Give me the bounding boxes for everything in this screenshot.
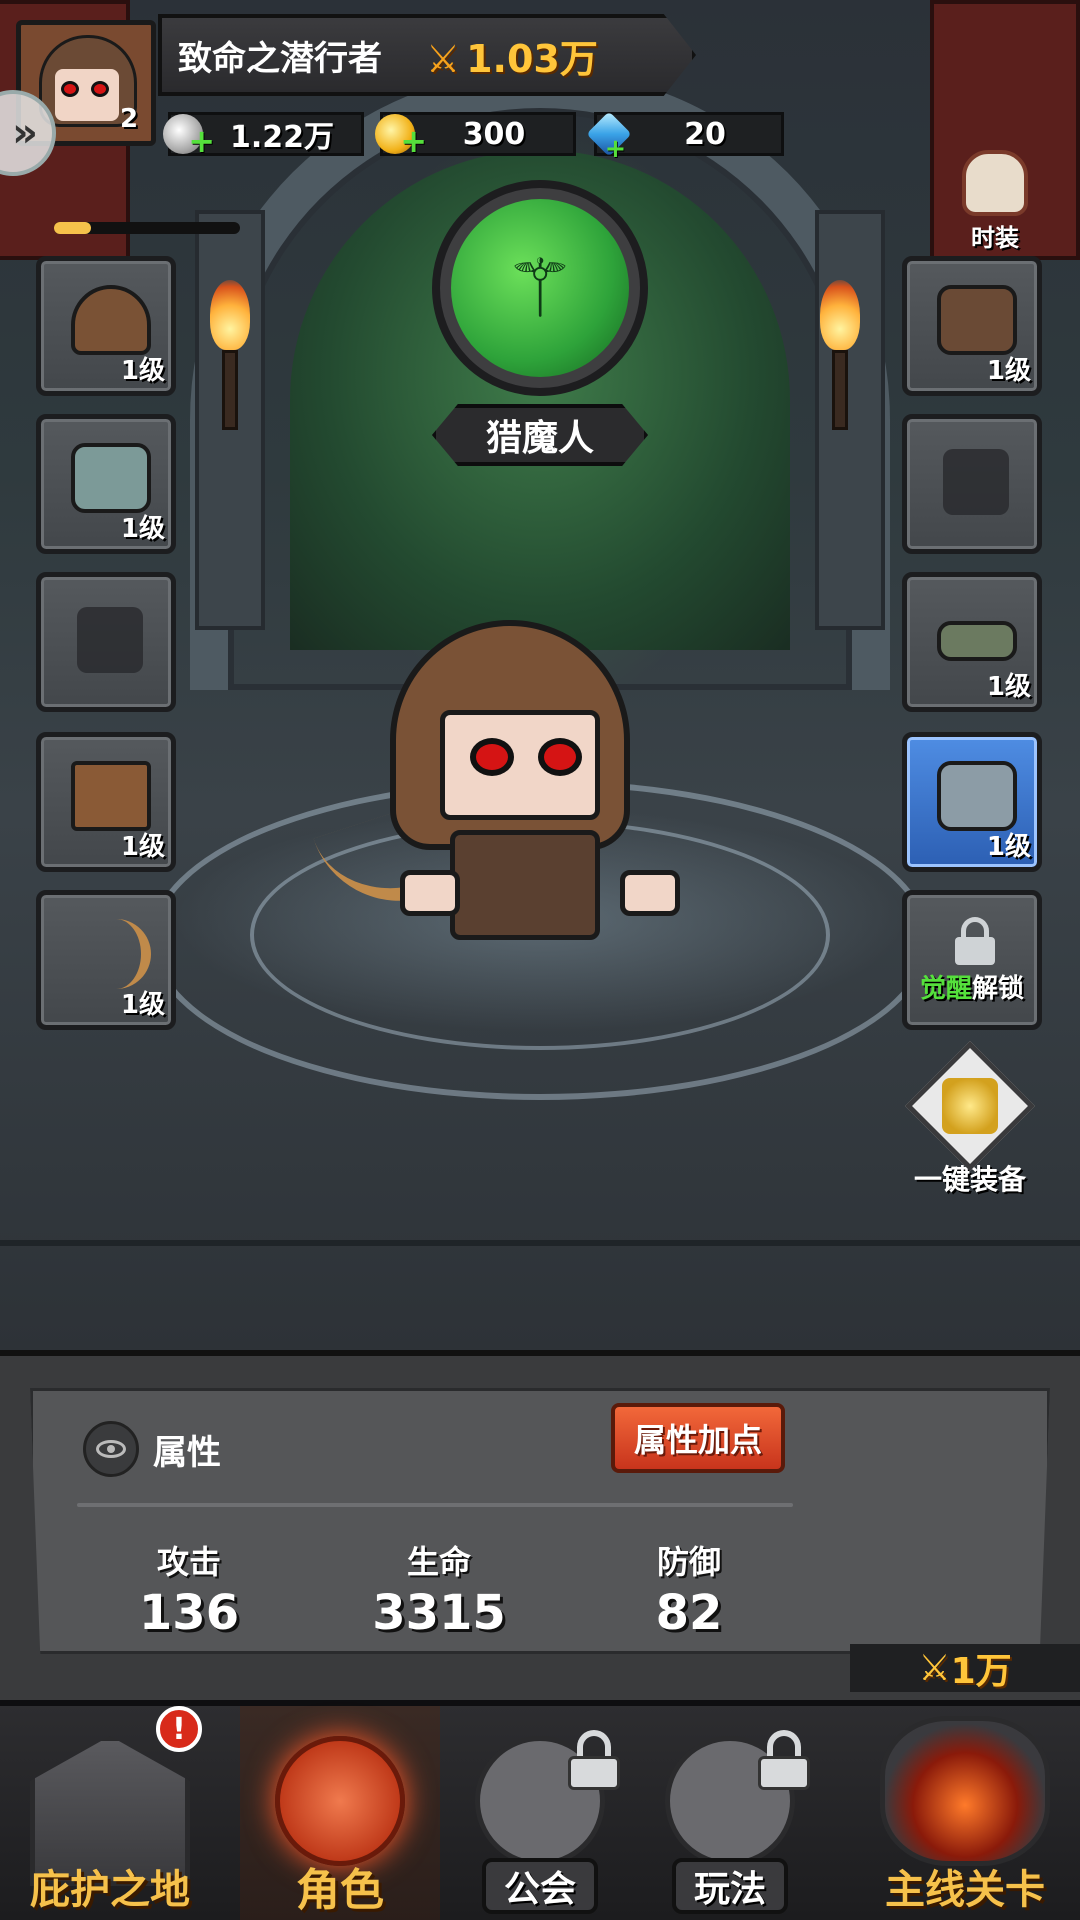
player-power: ⚔ 1.03万: [426, 28, 598, 83]
xp-progress-bar: [54, 222, 240, 234]
bow-icon: [71, 919, 151, 989]
stat-health: 生命 3315: [369, 1537, 509, 1641]
green-plus-icon: +: [400, 122, 427, 160]
stat-label: 防御: [656, 1543, 721, 1581]
item-level: 1级: [120, 514, 165, 544]
gem-amount: 20: [684, 116, 726, 152]
costume-label: 时装: [971, 224, 1019, 252]
silver-coin-icon: +: [163, 114, 215, 160]
equip-slot-empty[interactable]: [902, 414, 1042, 554]
currency-gold[interactable]: + 300: [375, 112, 576, 160]
nav-character-label: 角色: [296, 1865, 384, 1916]
divider: [77, 1503, 793, 1507]
currency-gems[interactable]: + 20: [586, 111, 784, 164]
stat-attack: 攻击 136: [119, 1537, 259, 1641]
stat-label: 生命: [406, 1543, 471, 1581]
currency-silver[interactable]: + 1.22万: [163, 112, 364, 160]
mask-icon: [71, 443, 151, 513]
equip-slot-gloves[interactable]: 1级: [902, 732, 1042, 872]
equip-slot-helmet[interactable]: 1级: [36, 256, 176, 396]
nav-gameplay-label: 玩法: [671, 1858, 789, 1914]
eye-icon[interactable]: [83, 1421, 139, 1477]
item-level: 1级: [120, 356, 165, 386]
crossed-swords-icon: ⚔: [918, 1647, 951, 1689]
nav-character[interactable]: 角色: [240, 1706, 440, 1920]
stat-label: 攻击: [156, 1543, 221, 1581]
nav-gameplay[interactable]: 玩法: [640, 1706, 820, 1920]
torch-left-icon: [210, 280, 250, 430]
player-level: 2: [120, 104, 139, 134]
torch-right-icon: [820, 280, 860, 430]
nav-main-stage-label: 主线关卡: [885, 1867, 1045, 1913]
add-attribute-points-button[interactable]: 属性加点: [611, 1403, 785, 1473]
stat-value: 82: [655, 1585, 723, 1641]
item-level: 1级: [120, 990, 165, 1020]
stage-power-value: 1万: [950, 1651, 1012, 1692]
equip-slot-pants[interactable]: 1级: [36, 732, 176, 872]
attribute-panel: 属性 属性加点 攻击 136 生命 3315 防御 82: [30, 1388, 1050, 1654]
attribute-header: 属性: [83, 1421, 221, 1477]
gloves-icon: [937, 761, 1017, 831]
shield-emblem-icon: [275, 1736, 405, 1866]
gold-coin-icon: +: [375, 114, 427, 160]
hood-helmet-icon: [71, 285, 151, 355]
xp-progress-fill: [54, 222, 92, 234]
lock-icon: [568, 1730, 620, 1790]
silver-amount: 1.22万: [229, 120, 335, 155]
stat-value: 136: [138, 1585, 240, 1641]
armor-icon: [937, 285, 1017, 355]
crossed-swords-icon: ⚔: [426, 36, 461, 81]
green-plus-icon: +: [604, 133, 627, 164]
equip-slot-weapon[interactable]: 1级: [36, 890, 176, 1030]
green-plus-icon: +: [188, 122, 215, 160]
stat-value: 3315: [372, 1585, 506, 1641]
equip-slot-mask[interactable]: 1级: [36, 414, 176, 554]
item-level: 1级: [986, 672, 1031, 702]
awaken-unlock-label: 觉醒解锁: [919, 974, 1025, 1004]
empty-slot-silhouette-icon: [943, 449, 1009, 515]
lock-icon: [955, 917, 995, 965]
nav-guild-label: 公会: [481, 1858, 599, 1914]
equip-slot-empty[interactable]: [36, 572, 176, 712]
hero-character[interactable]: [313, 620, 720, 960]
armor-badge-icon: [904, 1040, 1036, 1172]
class-emblem[interactable]: ⚚: [432, 180, 648, 396]
player-power-value: 1.03万: [466, 36, 598, 81]
lock-icon: [758, 1730, 810, 1790]
nav-main-stage[interactable]: 主线关卡: [850, 1706, 1080, 1920]
item-level: 1级: [120, 832, 165, 862]
item-level: 1级: [986, 356, 1031, 386]
one-key-equip-button[interactable]: 一键装备: [900, 1040, 1040, 1198]
item-level: 1级: [986, 832, 1031, 862]
equip-slot-armor[interactable]: 1级: [902, 256, 1042, 396]
player-name-plate: 致命之潜行者 ⚔ 1.03万: [158, 14, 696, 96]
gold-amount: 300: [462, 116, 526, 152]
equip-slot-belt[interactable]: 1级: [902, 572, 1042, 712]
costume-button[interactable]: 时装: [950, 150, 1040, 253]
costume-icon: [962, 150, 1028, 216]
belt-icon: [937, 621, 1017, 661]
double-chevron-right-icon: »: [12, 110, 38, 156]
pants-icon: [71, 761, 151, 831]
nav-sanctuary[interactable]: ! 庇护之地: [0, 1706, 220, 1920]
player-name: 致命之潜行者: [178, 38, 382, 79]
blue-gem-icon: +: [586, 111, 632, 164]
empty-slot-silhouette-icon: [77, 607, 143, 673]
crossbow-icon: ⚚: [451, 199, 629, 377]
alert-badge-icon: !: [156, 1706, 202, 1752]
equip-slot-locked[interactable]: 觉醒解锁: [902, 890, 1042, 1030]
stat-defense: 防御 82: [619, 1537, 759, 1641]
attribute-title: 属性: [153, 1432, 221, 1473]
class-name: 猎魔人: [432, 404, 648, 466]
floor-edge: [0, 1240, 1080, 1246]
bottom-nav: ! 庇护之地 角色 公会 玩法 主线关卡: [0, 1700, 1080, 1920]
demon-face-icon: [880, 1716, 1050, 1866]
nav-sanctuary-label: 庇护之地: [30, 1867, 190, 1913]
stage-power-requirement: ⚔ 1万: [850, 1644, 1080, 1692]
nav-guild[interactable]: 公会: [450, 1706, 630, 1920]
